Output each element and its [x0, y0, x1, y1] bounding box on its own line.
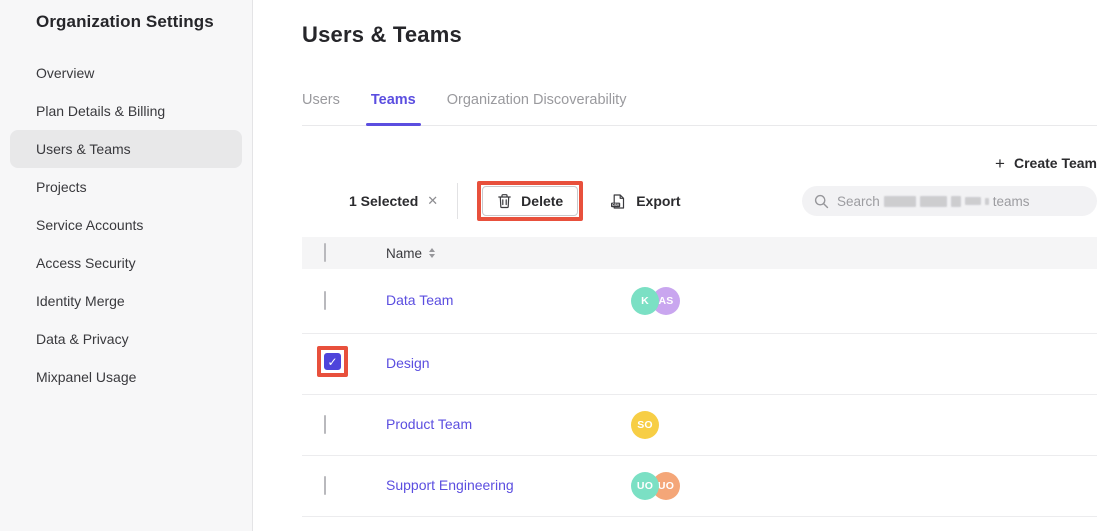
actions-row: + Create Team [302, 153, 1097, 173]
sidebar-item-mixpanel-usage[interactable]: Mixpanel Usage [0, 358, 252, 396]
sidebar-title: Organization Settings [0, 0, 252, 32]
page-title: Users & Teams [302, 22, 1097, 48]
name-column-header: Name [386, 246, 631, 261]
member-avatars: K AS [631, 287, 1097, 315]
create-team-label: Create Team [1014, 155, 1097, 171]
teams-table: Name Data Team K AS [302, 237, 1097, 517]
export-button-label: Export [636, 193, 680, 209]
plus-icon: + [995, 155, 1005, 172]
sidebar-item-users-teams[interactable]: Users & Teams [10, 130, 242, 168]
search-placeholder: Search teams [837, 194, 1030, 209]
table-row: Product Team SO [302, 395, 1097, 456]
tab-organization-discoverability[interactable]: Organization Discoverability [447, 92, 627, 125]
table-row: Design [302, 334, 1097, 395]
sidebar-item-projects[interactable]: Projects [0, 168, 252, 206]
team-link-data-team[interactable]: Data Team [386, 292, 453, 308]
sidebar-item-overview[interactable]: Overview [0, 54, 252, 92]
avatar: K [631, 287, 659, 315]
member-avatars: SO [631, 411, 1097, 439]
redacted-text-block [985, 198, 989, 205]
delete-button[interactable]: Delete [482, 186, 578, 216]
sidebar-item-access-security[interactable]: Access Security [0, 244, 252, 282]
redacted-text-block [884, 196, 916, 207]
avatar: UO [631, 472, 659, 500]
sidebar-item-service-accounts[interactable]: Service Accounts [0, 206, 252, 244]
select-all-checkbox[interactable] [324, 243, 326, 262]
selected-count: 1 Selected ✕ [349, 193, 438, 209]
sort-icon[interactable] [429, 248, 435, 258]
sidebar-item-data-privacy[interactable]: Data & Privacy [0, 320, 252, 358]
tab-users[interactable]: Users [302, 92, 340, 125]
clear-selection-icon[interactable]: ✕ [427, 193, 438, 209]
team-link-design[interactable]: Design [386, 355, 430, 371]
trash-icon [497, 193, 512, 209]
organization-settings-page: Organization Settings Overview Plan Deta… [0, 0, 1108, 531]
avatar: SO [631, 411, 659, 439]
export-button[interactable]: CSV Export [610, 193, 680, 210]
row-checkbox-design[interactable] [324, 353, 341, 370]
tab-teams[interactable]: Teams [371, 92, 416, 125]
delete-button-highlight-annotation: Delete [477, 181, 583, 221]
sidebar-nav: Overview Plan Details & Billing Users & … [0, 54, 252, 396]
sidebar: Organization Settings Overview Plan Deta… [0, 0, 253, 531]
csv-file-icon: CSV [610, 193, 627, 210]
create-team-button[interactable]: + Create Team [995, 155, 1097, 172]
toolbar-divider [457, 183, 458, 219]
sidebar-item-plan-details-billing[interactable]: Plan Details & Billing [0, 92, 252, 130]
redacted-text-block [951, 196, 961, 207]
row-checkbox-data-team[interactable] [324, 291, 326, 310]
checkbox-highlight-annotation [317, 346, 348, 377]
redacted-text-block [965, 197, 981, 205]
member-avatars: UO UO [631, 472, 1097, 500]
team-link-product-team[interactable]: Product Team [386, 416, 472, 432]
search-input[interactable]: Search teams [802, 186, 1097, 216]
search-icon [814, 194, 829, 209]
main-content: Users & Teams Users Teams Organization D… [253, 0, 1108, 531]
svg-text:CSV: CSV [612, 203, 620, 207]
delete-button-label: Delete [521, 193, 563, 209]
redacted-text-block [920, 196, 947, 207]
sidebar-item-identity-merge[interactable]: Identity Merge [0, 282, 252, 320]
selected-count-label: 1 Selected [349, 193, 418, 209]
table-row: Support Engineering UO UO [302, 456, 1097, 517]
table-header-row: Name [302, 237, 1097, 269]
tab-bar: Users Teams Organization Discoverability [302, 92, 1097, 126]
table-row: Data Team K AS [302, 269, 1097, 334]
selection-toolbar: 1 Selected ✕ Delete CSV [302, 178, 1097, 224]
team-link-support-engineering[interactable]: Support Engineering [386, 477, 514, 493]
row-checkbox-support-engineering[interactable] [324, 476, 326, 495]
row-checkbox-product-team[interactable] [324, 415, 326, 434]
